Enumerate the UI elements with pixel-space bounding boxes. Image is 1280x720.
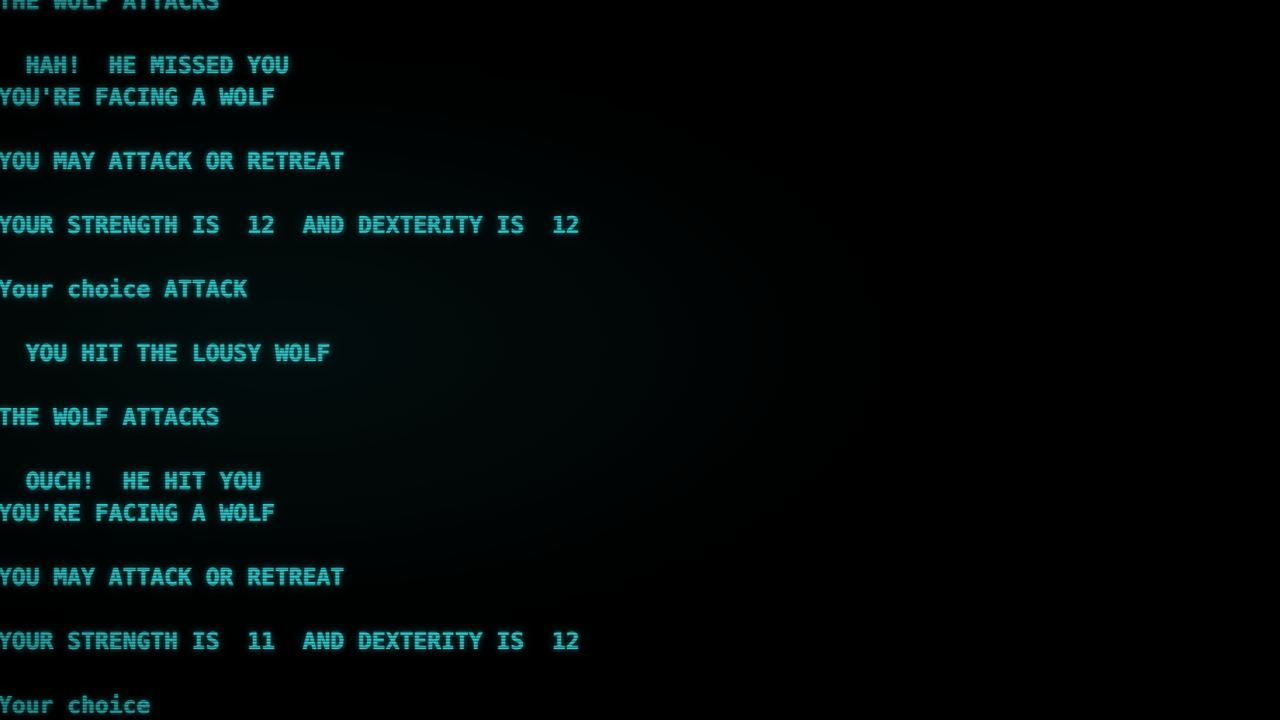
console-line: THE WOLF ATTACKS	[0, 0, 220, 15]
console-line: HAH! HE MISSED YOU	[0, 53, 289, 79]
console-line: Your choice ATTACK	[0, 277, 248, 303]
console-line: YOU MAY ATTACK OR RETREAT	[0, 149, 345, 175]
console-line: YOU'RE FACING A WOLF	[0, 501, 275, 527]
console-line: YOU'RE FACING A WOLF	[0, 85, 275, 111]
console-output: THE WOLF ATTACKS HAH! HE MISSED YOU YOU'R…	[0, 0, 1280, 720]
console-line: YOU MAY ATTACK OR RETREAT	[0, 565, 345, 591]
console-line: YOU HIT THE LOUSY WOLF	[0, 341, 331, 367]
console-line: YOUR STRENGTH IS 11 AND DEXTERITY IS 12	[0, 629, 580, 655]
crt-terminal-screen: THE WOLF ATTACKS HAH! HE MISSED YOU YOU'R…	[0, 0, 1280, 720]
console-line: YOUR STRENGTH IS 12 AND DEXTERITY IS 12	[0, 213, 580, 239]
console-line: OUCH! HE HIT YOU	[0, 469, 262, 495]
console-line: Your choice	[0, 693, 151, 719]
console-line: THE WOLF ATTACKS	[0, 405, 220, 431]
